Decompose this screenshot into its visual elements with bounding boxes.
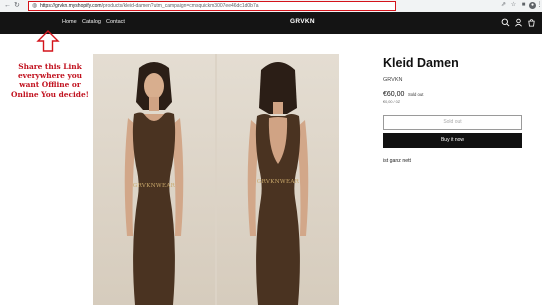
extension-icon[interactable]: ■: [520, 2, 527, 9]
address-bar-url: https://grvkn.myshopify.com/products/kle…: [40, 3, 390, 9]
sold-out-button[interactable]: Sold out: [383, 115, 522, 130]
star-icon[interactable]: ☆: [510, 2, 517, 9]
model-back-image: GRVKNWEAR: [217, 54, 339, 305]
address-bar[interactable]: ◍ https://grvkn.myshopify.com/products/k…: [28, 1, 396, 11]
site-header: Home Catalog Contact GRVKN: [0, 12, 542, 34]
url-path: /products/kleid-damen?utm_campaign=cmsqu…: [101, 3, 259, 9]
dress-print-front: GRVKNWEAR: [133, 183, 176, 189]
product-vendor: GRVKN: [383, 77, 403, 83]
share-icon[interactable]: ⇗: [500, 2, 507, 9]
product-title: Kleid Damen: [383, 56, 459, 70]
model-front-image: GRVKNWEAR: [93, 54, 215, 305]
profile-icon[interactable]: ●: [529, 2, 536, 9]
reload-icon[interactable]: ↻: [14, 2, 20, 10]
nav-home[interactable]: Home: [62, 19, 77, 26]
product-description: ist ganz nett: [383, 158, 411, 164]
lock-icon[interactable]: ◍: [32, 2, 37, 10]
product-image[interactable]: GRVKNWEAR GRVKNWEAR: [93, 54, 339, 305]
buy-it-now-button[interactable]: Buy it now: [383, 133, 522, 148]
back-icon[interactable]: ←: [4, 2, 11, 10]
sold-out-badge: Sold out: [408, 92, 424, 97]
cart-icon[interactable]: [527, 18, 536, 27]
nav-catalog[interactable]: Catalog: [82, 19, 101, 26]
up-arrow-icon: [36, 30, 60, 52]
product-price: €60,00: [383, 91, 405, 98]
unit-price: €0,00 / 0Z: [383, 100, 401, 104]
url-host: https://grvkn.myshopify.com: [40, 3, 102, 9]
search-icon[interactable]: [501, 18, 510, 27]
store-logo[interactable]: GRVKN: [290, 18, 315, 25]
account-icon[interactable]: [514, 18, 523, 27]
promo-text: Share this Link everywhere you want Offl…: [11, 62, 89, 99]
nav-contact[interactable]: Contact: [106, 19, 125, 26]
dress-print-back: GRVKNWEAR: [257, 179, 300, 185]
menu-icon[interactable]: ⋮: [536, 2, 542, 9]
